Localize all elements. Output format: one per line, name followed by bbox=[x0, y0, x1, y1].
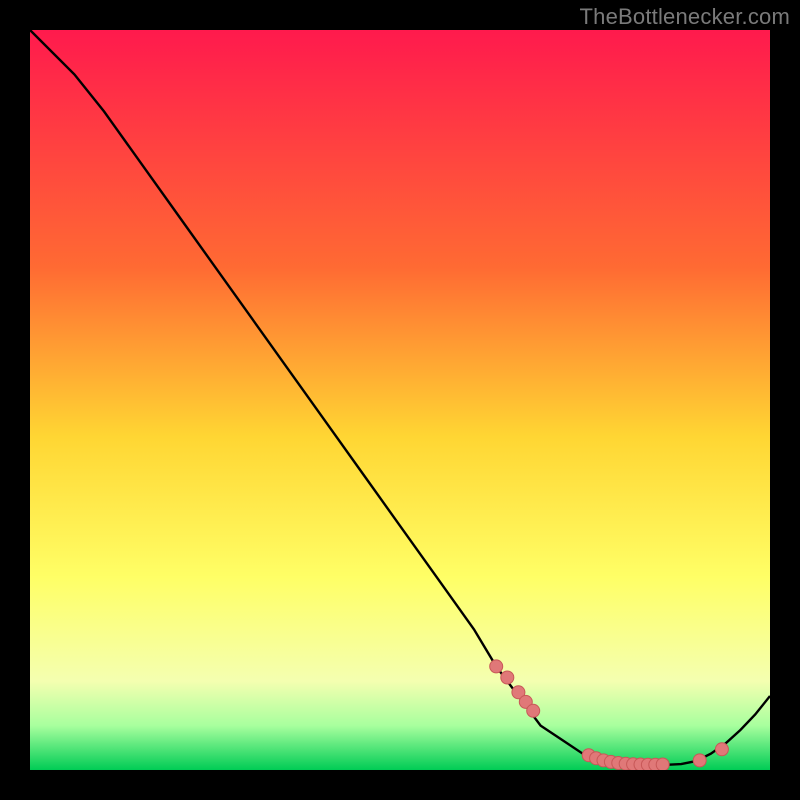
curve-marker bbox=[501, 671, 514, 684]
curve-marker bbox=[715, 743, 728, 756]
curve-marker bbox=[527, 704, 540, 717]
curve-marker bbox=[656, 758, 669, 770]
chart-svg bbox=[30, 30, 770, 770]
gradient-background bbox=[30, 30, 770, 770]
watermark-text: TheBottlenecker.com bbox=[580, 4, 790, 30]
plot-area bbox=[30, 30, 770, 770]
chart-frame: TheBottlenecker.com bbox=[0, 0, 800, 800]
curve-marker bbox=[490, 660, 503, 673]
curve-marker bbox=[693, 754, 706, 767]
